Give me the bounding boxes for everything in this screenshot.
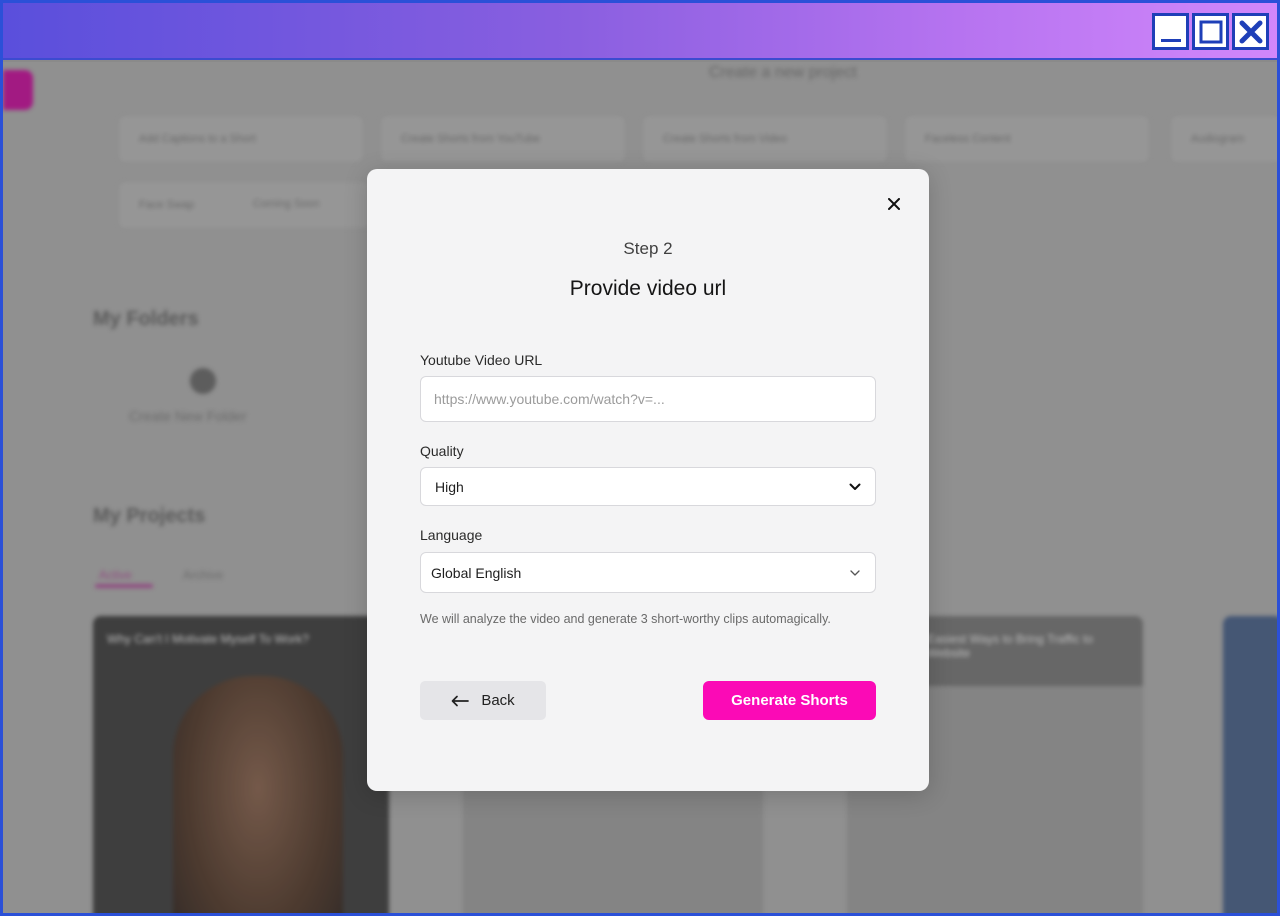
generate-shorts-button[interactable]: Generate Shorts: [703, 681, 876, 720]
language-select[interactable]: Global English: [420, 552, 876, 593]
modal-close-button[interactable]: [885, 195, 903, 213]
minimize-button[interactable]: [1152, 13, 1189, 50]
youtube-url-input[interactable]: [420, 376, 876, 422]
language-value: Global English: [431, 564, 522, 581]
analysis-hint: We will analyze the video and generate 3…: [420, 612, 831, 626]
chevron-down-icon: [849, 483, 861, 491]
create-project-modal: Step 2 Provide video url Youtube Video U…: [367, 169, 929, 791]
close-icon: [1239, 20, 1262, 43]
language-label: Language: [420, 527, 483, 543]
close-window-button[interactable]: [1232, 13, 1269, 50]
maximize-icon: [1199, 20, 1222, 43]
step-indicator: Step 2: [623, 239, 673, 258]
url-label: Youtube Video URL: [420, 352, 543, 368]
quality-value: High: [435, 478, 464, 495]
chevron-down-icon: [849, 569, 861, 577]
close-icon: [888, 198, 900, 210]
quality-label: Quality: [420, 443, 464, 459]
arrow-left-icon: [451, 695, 470, 706]
maximize-button[interactable]: [1192, 13, 1229, 50]
window-controls: [1152, 13, 1269, 50]
minimize-icon: [1160, 38, 1181, 42]
title-bar: [3, 3, 1277, 60]
quality-select[interactable]: High: [420, 467, 876, 506]
app-window: Create a new project Add Captions to a S…: [0, 0, 1280, 916]
back-button[interactable]: Back: [420, 681, 546, 720]
modal-title: Provide video url: [569, 277, 727, 300]
back-label: Back: [481, 692, 515, 709]
